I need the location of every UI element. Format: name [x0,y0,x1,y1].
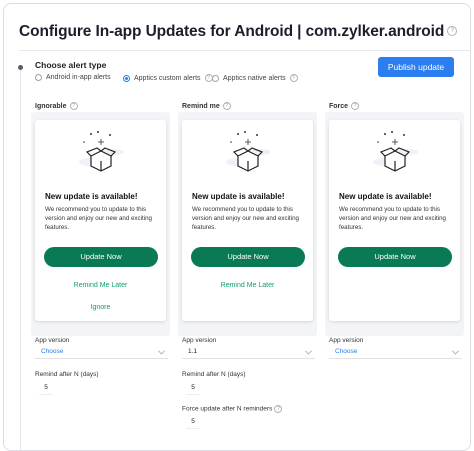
preview-remind-me: New update is available! We recommend yo… [178,112,317,336]
radio-android-in-app-alerts[interactable]: Android in-app alerts [35,74,111,81]
card-title: New update is available! [45,192,138,201]
alert-type-label: Choose alert type [35,60,107,70]
publish-update-button[interactable]: Publish update [378,57,454,77]
radio-button-icon[interactable] [35,74,42,81]
chevron-down-icon [451,347,460,355]
remind-after-input[interactable]: 5 [39,382,53,395]
column-heading-ignorable: Ignorable? [35,102,78,110]
remind-after-input[interactable]: 5 [186,382,200,395]
preview-force: New update is available! We recommend yo… [325,112,464,336]
ignore-link[interactable]: Ignore [35,304,166,311]
radio-button-icon[interactable] [123,74,130,82]
update-alert-card: New update is available! We recommend yo… [35,120,166,321]
remind-after-label: Remind after N (days) [182,371,246,378]
radio-apptics-custom-alerts[interactable]: Apptics custom alerts ? [123,74,213,82]
remind-me-later-link[interactable]: Remind Me Later [182,282,313,289]
update-alert-card: New update is available! We recommend yo… [182,120,313,321]
update-alert-card: New update is available! We recommend yo… [329,120,460,321]
force-after-label: Force update after N reminders? [182,405,283,413]
help-icon[interactable]: ? [222,102,231,110]
help-icon[interactable]: ? [447,25,458,36]
remind-after-label: Remind after N (days) [35,371,99,378]
card-message: We recommend you to update to this versi… [192,206,299,231]
title-divider [19,50,470,51]
update-now-button[interactable]: Update Now [44,247,158,267]
gift-box-icon [373,131,418,172]
app-version-select[interactable]: Choose [35,346,168,359]
step-dot-icon [18,65,23,70]
chevron-down-icon [304,347,313,355]
gift-box-icon [79,131,124,172]
step-rail [20,70,21,450]
update-now-button[interactable]: Update Now [191,247,305,267]
column-heading-remind-me: Remind me? [182,102,231,110]
card-message: We recommend you to update to this versi… [45,206,152,231]
force-after-input[interactable]: 5 [186,416,200,429]
chevron-down-icon [157,347,166,355]
help-icon[interactable]: ? [351,102,360,110]
help-icon[interactable]: ? [289,74,298,82]
remind-me-later-link[interactable]: Remind Me Later [35,282,166,289]
help-icon[interactable]: ? [69,102,78,110]
help-icon[interactable]: ? [274,405,283,413]
card-message: We recommend you to update to this versi… [339,206,446,231]
app-version-select[interactable]: 1.1 [182,346,315,359]
app-version-select[interactable]: Choose [329,346,462,359]
card-title: New update is available! [339,192,432,201]
app-version-label: App version [329,337,364,344]
card-title: New update is available! [192,192,285,201]
gift-box-icon [226,131,271,172]
configure-updates-panel: Configure In-app Updates for Android | c… [3,3,471,451]
app-version-label: App version [182,337,217,344]
preview-ignorable: New update is available! We recommend yo… [31,112,170,336]
column-heading-force: Force? [329,102,360,110]
update-now-button[interactable]: Update Now [338,247,452,267]
radio-apptics-native-alerts[interactable]: Apptics native alerts ? [212,74,298,82]
radio-button-icon[interactable] [212,74,219,82]
page-title: Configure In-app Updates for Android | c… [19,23,458,41]
app-version-label: App version [35,337,70,344]
